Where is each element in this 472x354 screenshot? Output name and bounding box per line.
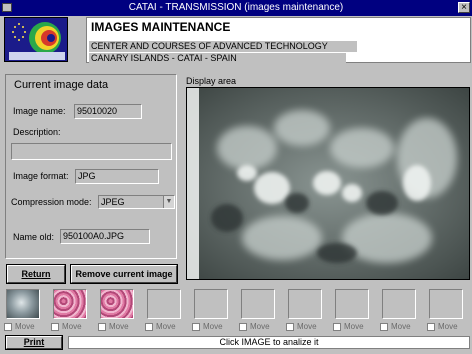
remove-button-label: Remove current image bbox=[75, 269, 173, 279]
image-format-label: Image format: bbox=[13, 171, 69, 181]
print-button[interactable]: Print bbox=[6, 336, 62, 349]
display-area-image[interactable] bbox=[186, 87, 470, 280]
chevron-down-icon[interactable]: ▼ bbox=[163, 196, 174, 208]
move-checkbox[interactable] bbox=[4, 323, 12, 331]
thumbnail-slot[interactable] bbox=[288, 289, 322, 319]
window-titlebar: CATAI - TRANSMISSION (images maintenance… bbox=[0, 0, 472, 16]
thumbnail-slot[interactable] bbox=[100, 289, 134, 319]
move-checkbox[interactable] bbox=[192, 323, 200, 331]
description-label: Description: bbox=[13, 127, 61, 137]
remove-current-image-button[interactable]: Remove current image bbox=[71, 265, 177, 283]
thumbnail-slot[interactable] bbox=[382, 289, 416, 319]
move-label: Move bbox=[109, 322, 129, 331]
move-label: Move bbox=[62, 322, 82, 331]
move-label: Move bbox=[438, 322, 458, 331]
page-title: IMAGES MAINTENANCE bbox=[91, 20, 231, 34]
thumbnail-slot[interactable] bbox=[335, 289, 369, 319]
status-bar: Click IMAGE to analize it bbox=[68, 336, 470, 349]
move-label: Move bbox=[15, 322, 35, 331]
name-old-field[interactable]: 950100A0.JPG bbox=[60, 229, 150, 244]
image-name-field[interactable]: 95010020 bbox=[74, 104, 142, 119]
current-image-title: Current image data bbox=[14, 79, 109, 91]
move-checkbox[interactable] bbox=[286, 323, 294, 331]
move-checkbox[interactable] bbox=[427, 323, 435, 331]
name-old-label: Name old: bbox=[13, 232, 55, 242]
move-label: Move bbox=[344, 322, 364, 331]
move-label: Move bbox=[391, 322, 411, 331]
compression-value: JPEG bbox=[101, 197, 125, 207]
catai-logo bbox=[4, 17, 68, 62]
header-panel: IMAGES MAINTENANCE CENTER AND COURSES OF… bbox=[86, 17, 471, 64]
thumbnail-slot[interactable] bbox=[194, 289, 228, 319]
window-title: CATAI - TRANSMISSION (images maintenance… bbox=[128, 2, 344, 13]
move-checkbox[interactable] bbox=[51, 323, 59, 331]
header-line-1: CENTER AND COURSES OF ADVANCED TECHNOLOG… bbox=[89, 41, 357, 52]
compression-label: Compression mode: bbox=[11, 197, 92, 207]
move-checkbox[interactable] bbox=[380, 323, 388, 331]
return-button[interactable]: Return bbox=[7, 265, 65, 283]
move-label: Move bbox=[156, 322, 176, 331]
move-label: Move bbox=[203, 322, 223, 331]
image-format-field[interactable]: JPG bbox=[75, 169, 159, 184]
header-line-2: CANARY ISLANDS - CATAI - SPAIN bbox=[89, 53, 346, 64]
display-area-label: Display area bbox=[186, 76, 237, 86]
move-checkbox[interactable] bbox=[333, 323, 341, 331]
thumbnail-slot[interactable] bbox=[53, 289, 87, 319]
close-icon[interactable]: × bbox=[458, 2, 470, 13]
print-button-label: Print bbox=[23, 337, 45, 347]
thumbnail-slot[interactable] bbox=[6, 289, 40, 319]
thumbnail-slot[interactable] bbox=[147, 289, 181, 319]
return-button-label: Return bbox=[21, 269, 51, 279]
move-checkbox[interactable] bbox=[145, 323, 153, 331]
description-field[interactable] bbox=[11, 143, 172, 160]
move-checkbox[interactable] bbox=[239, 323, 247, 331]
system-menu-icon[interactable] bbox=[2, 3, 12, 12]
thumbnail-slot[interactable] bbox=[241, 289, 275, 319]
move-checkbox[interactable] bbox=[98, 323, 106, 331]
image-name-label: Image name: bbox=[13, 106, 66, 116]
compression-select[interactable]: JPEG ▼ bbox=[98, 195, 175, 209]
move-label: Move bbox=[250, 322, 270, 331]
move-label: Move bbox=[297, 322, 317, 331]
thumbnail-slot[interactable] bbox=[429, 289, 463, 319]
